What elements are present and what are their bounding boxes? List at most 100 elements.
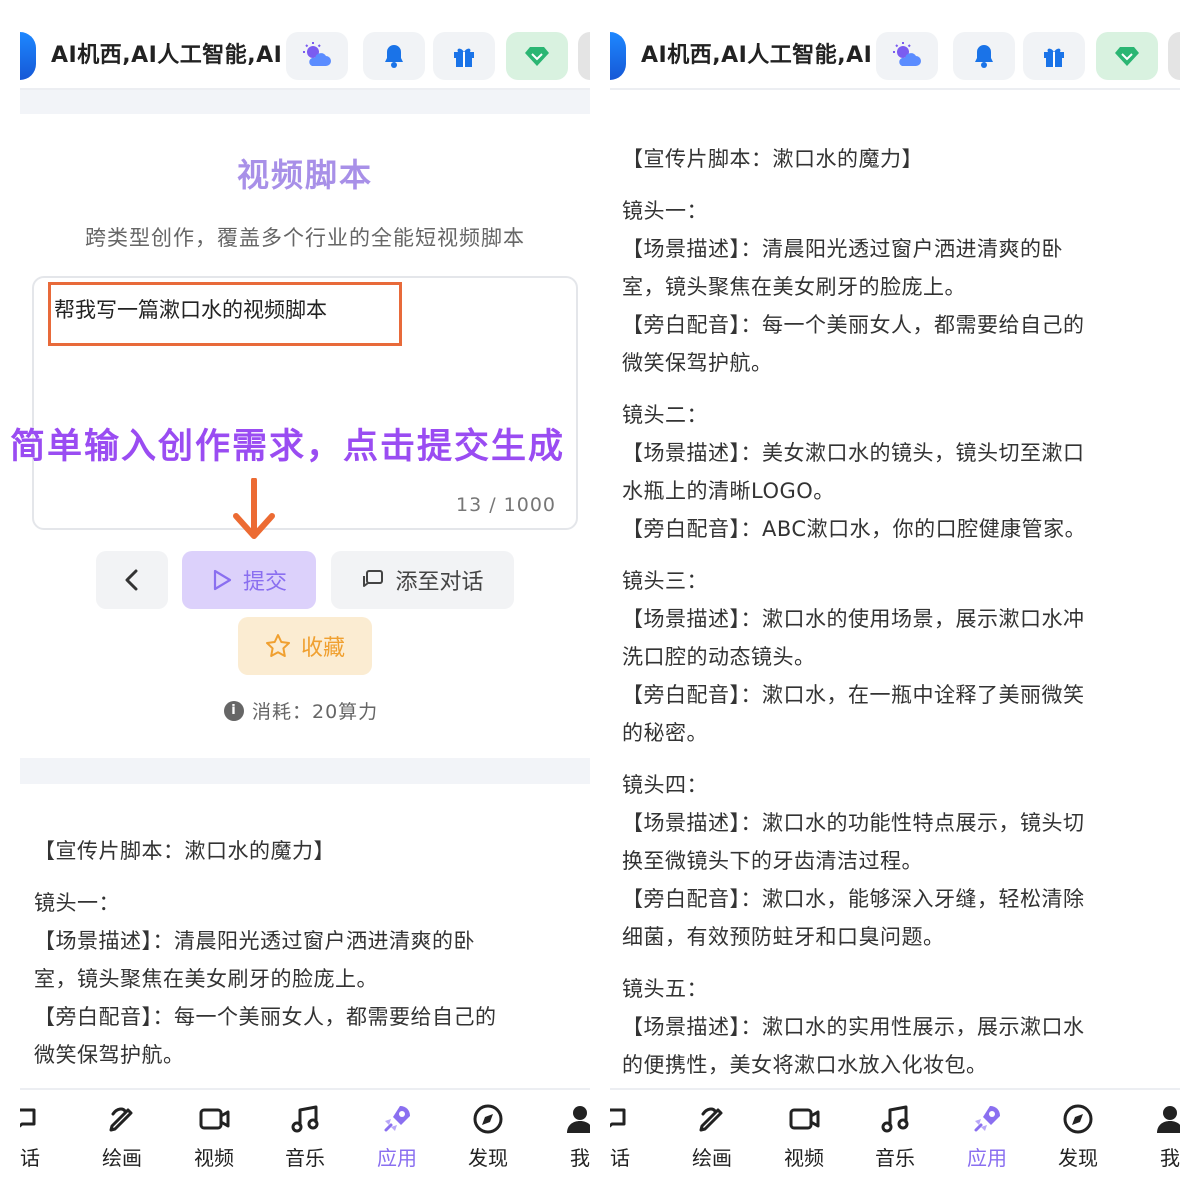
- gift-button[interactable]: [433, 32, 495, 80]
- weather-button[interactable]: [876, 32, 938, 80]
- nav-item-music[interactable]: 音乐: [865, 1094, 925, 1174]
- nav-label: 音乐: [875, 1146, 915, 1170]
- nav-item-discover[interactable]: 发现: [458, 1094, 518, 1174]
- nav-item-me[interactable]: 我: [550, 1094, 590, 1174]
- vip-button[interactable]: [506, 32, 568, 80]
- back-button[interactable]: [96, 551, 168, 609]
- submit-button[interactable]: 提交: [182, 551, 316, 609]
- nav-item-apps[interactable]: 应用: [367, 1094, 427, 1174]
- script-line: 【旁白配音】：漱口水，能够深入牙缝，轻松清除: [622, 887, 1085, 911]
- weather-icon: [303, 42, 331, 66]
- nav-label: 应用: [377, 1146, 417, 1170]
- script-line: 洗口腔的动态镜头。: [622, 645, 816, 669]
- nav-divider: [20, 1088, 590, 1090]
- nav-item-draw[interactable]: 绘画: [682, 1094, 742, 1174]
- vip-button[interactable]: [1096, 32, 1158, 80]
- shot-heading: 镜头一：: [622, 199, 708, 223]
- nav-label: 我: [570, 1146, 590, 1170]
- play-icon: [213, 569, 232, 591]
- script-line: 微笑保驾护航。: [34, 1043, 185, 1067]
- script-line: 【场景描述】：美女漱口水的镜头，镜头切至漱口: [622, 441, 1085, 465]
- script-line: 【旁白配音】：漱口水，在一瓶中诠释了美丽微笑: [622, 683, 1085, 707]
- overflow-button[interactable]: [578, 32, 590, 80]
- instruction-annotation: 简单输入创作需求，点击提交生成: [10, 427, 566, 467]
- overflow-button[interactable]: [1168, 32, 1180, 80]
- submit-label: 提交: [242, 570, 287, 595]
- cost-info: i 消耗：20算力: [224, 697, 378, 724]
- nav-label: 话: [20, 1146, 40, 1170]
- top-bar: AI机西,AI人工智能,AI: [20, 28, 590, 84]
- script-line: 室，镜头聚焦在美女刷牙的脸庞上。: [34, 967, 378, 991]
- video-icon: [789, 1108, 820, 1130]
- script-line: 细菌，有效预防蛀牙和口臭问题。: [622, 925, 945, 949]
- weather-button[interactable]: [286, 32, 348, 80]
- bell-icon: [975, 45, 993, 68]
- script-output: 【宣传片脚本：漱口水的魔力】 镜头一： 【场景描述】：清晨阳光透过窗户洒进清爽的卧室…: [34, 832, 497, 1074]
- shot-heading: 镜头四：: [622, 773, 708, 797]
- nav-label: 音乐: [285, 1146, 325, 1170]
- nav-label: 视频: [194, 1146, 234, 1170]
- nav-label: 我: [1160, 1146, 1180, 1170]
- page-title: 视频脚本: [236, 156, 373, 194]
- gift-icon: [1044, 48, 1064, 67]
- app-logo: [610, 32, 626, 80]
- bell-icon: [385, 45, 403, 68]
- nav-label: 发现: [1058, 1146, 1098, 1170]
- favorite-button[interactable]: 收藏: [238, 617, 372, 675]
- bottom-nav: 话 绘画 视频 音乐 应用 发现 我: [610, 1094, 1180, 1174]
- nav-item-video[interactable]: 视频: [774, 1094, 834, 1174]
- chat-icon: [20, 1108, 36, 1128]
- prompt-value: 帮我写一篇漱口水的视频脚本: [54, 298, 327, 322]
- notifications-button[interactable]: [953, 32, 1015, 80]
- add-to-chat-button[interactable]: 添至对话: [331, 551, 514, 609]
- nav-item-draw[interactable]: 绘画: [92, 1094, 152, 1174]
- star-icon: [265, 634, 290, 657]
- script-line: 【宣传片脚本：漱口水的魔力】: [622, 147, 923, 171]
- script-line: 换至微镜头下的牙齿清洁过程。: [622, 849, 923, 873]
- page-subtitle: 跨类型创作，覆盖多个行业的全能短视频脚本: [85, 226, 525, 250]
- app-logo: [20, 32, 36, 80]
- video-icon: [199, 1108, 230, 1130]
- shot-heading: 镜头二：: [622, 403, 708, 427]
- bottom-nav: 话 绘画 视频 音乐 应用 发现 我: [20, 1094, 590, 1174]
- shot-heading: 镜头五：: [622, 977, 708, 1001]
- chat-icon: [610, 1108, 626, 1128]
- nav-item-video[interactable]: 视频: [184, 1094, 244, 1174]
- top-bar: AI机西,AI人工智能,AI: [610, 28, 1180, 84]
- apps-icon: [974, 1106, 1000, 1132]
- me-icon: [1157, 1106, 1180, 1133]
- me-icon: [567, 1106, 590, 1133]
- script-line: 的秘密。: [622, 721, 708, 745]
- nav-divider: [610, 1088, 1180, 1090]
- script-line: 【场景描述】：漱口水的使用场景，展示漱口水冲: [622, 607, 1085, 631]
- nav-label: 话: [610, 1146, 630, 1170]
- gift-icon: [454, 48, 474, 67]
- script-line: 【场景描述】：清晨阳光透过窗户洒进清爽的卧: [34, 929, 475, 953]
- cost-text: 消耗：20算力: [252, 701, 379, 723]
- script-line: 【旁白配音】：每一个美丽女人，都需要给自己的: [622, 313, 1085, 337]
- music-icon: [881, 1105, 909, 1133]
- diamond-vip-icon: [1115, 47, 1139, 66]
- nav-item-chat[interactable]: 话: [20, 1094, 52, 1174]
- script-line: 微笑保驾护航。: [622, 351, 773, 375]
- prompt-textarea[interactable]: 帮我写一篇漱口水的视频脚本 13 / 1000: [32, 276, 578, 530]
- script-line: 【旁白配音】：每一个美丽女人，都需要给自己的: [34, 1005, 497, 1029]
- nav-label: 绘画: [692, 1146, 732, 1170]
- section-separator: [20, 90, 590, 114]
- draw-icon: [109, 1107, 133, 1132]
- nav-item-apps[interactable]: 应用: [957, 1094, 1017, 1174]
- nav-item-chat[interactable]: 话: [610, 1094, 642, 1174]
- weather-icon: [893, 42, 921, 66]
- script-line: 水瓶上的清晰LOGO。: [622, 479, 835, 503]
- script-line: 【场景描述】：漱口水的功能性特点展示，镜头切: [622, 811, 1085, 835]
- nav-label: 视频: [784, 1146, 824, 1170]
- right-screenshot: AI机西,AI人工智能,AI 【宣传片脚本：漱口水的魔力】 镜头一： 【场景描述】：…: [610, 0, 1180, 1200]
- nav-item-music[interactable]: 音乐: [275, 1094, 335, 1174]
- section-separator: [20, 758, 590, 784]
- gift-button[interactable]: [1023, 32, 1085, 80]
- apps-icon: [384, 1106, 410, 1132]
- nav-item-me[interactable]: 我: [1140, 1094, 1180, 1174]
- nav-item-discover[interactable]: 发现: [1048, 1094, 1108, 1174]
- notifications-button[interactable]: [363, 32, 425, 80]
- script-output: 【宣传片脚本：漱口水的魔力】 镜头一： 【场景描述】：清晨阳光透过窗户洒进清爽的卧室…: [622, 140, 1086, 1084]
